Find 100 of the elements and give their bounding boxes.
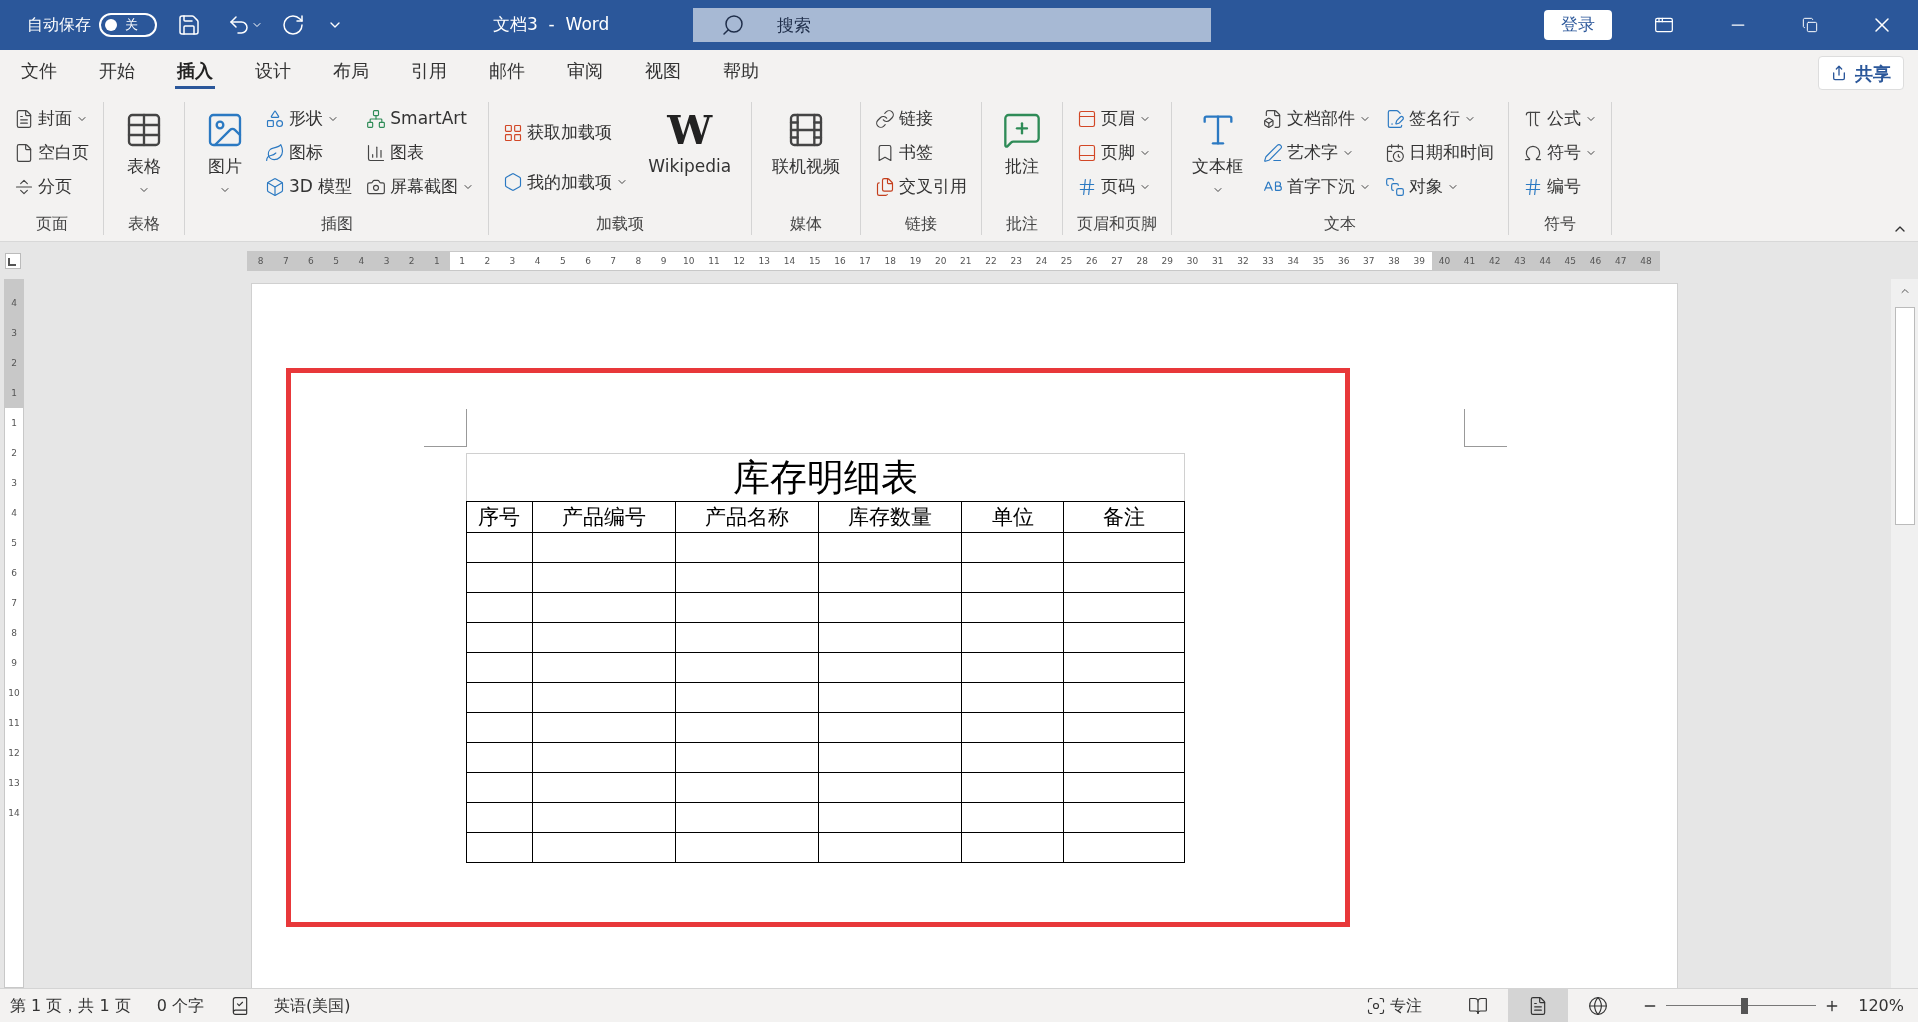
- ruler-number: 5: [558, 254, 567, 268]
- header-icon: [1077, 109, 1098, 129]
- zoom-slider-thumb[interactable]: [1741, 997, 1749, 1014]
- ribbon-button[interactable]: 获取加载项: [503, 117, 629, 148]
- column-header: 备注: [1063, 501, 1185, 533]
- column-header: 产品编号: [532, 501, 676, 533]
- search-field[interactable]: 搜索: [693, 8, 1212, 42]
- ribbon-button[interactable]: 日期和时间: [1385, 138, 1495, 168]
- column-header: 库存数量: [819, 501, 962, 533]
- ruler-number: 14: [782, 254, 797, 268]
- ruler-number: 14: [7, 807, 21, 820]
- ruler-number: 32: [1236, 254, 1250, 268]
- ribbon-display-icon[interactable]: [1654, 15, 1675, 35]
- ribbon-tab[interactable]: 设计: [234, 50, 312, 96]
- ribbon-button[interactable]: 链接: [875, 104, 968, 134]
- ribbon-button[interactable]: 页码: [1077, 172, 1152, 202]
- pen-icon: [1263, 143, 1284, 163]
- toggle-knob-icon: [105, 19, 117, 31]
- ribbon-tab[interactable]: 引用: [390, 50, 468, 96]
- ribbon-tab[interactable]: 开始: [78, 50, 156, 96]
- group-label: 链接: [904, 213, 939, 235]
- ribbon-button[interactable]: 分页: [14, 172, 89, 202]
- undo-icon[interactable]: [227, 13, 251, 37]
- link-icon: [875, 109, 896, 129]
- diagram-icon: [366, 109, 387, 129]
- ruler-number: 46: [1588, 254, 1603, 268]
- ribbon-button[interactable]: 屏幕截图: [366, 172, 475, 202]
- print-view-button[interactable]: [1508, 989, 1569, 1022]
- ribbon-button[interactable]: 书签: [875, 138, 968, 168]
- redo-icon[interactable]: [281, 13, 305, 37]
- ribbon-button[interactable]: 空白页: [14, 138, 89, 168]
- ruler-number: 2: [483, 254, 492, 268]
- restore-icon[interactable]: [1802, 17, 1819, 33]
- ribbon-tab[interactable]: 邮件: [468, 50, 546, 96]
- share-icon: [1831, 65, 1847, 81]
- ruler-number: 48: [1639, 254, 1653, 268]
- bar-chart-icon: [366, 143, 387, 163]
- zoom-slider[interactable]: [1666, 997, 1817, 1014]
- ruler-number: 25: [1059, 254, 1074, 268]
- ruler-number: 43: [1513, 254, 1527, 268]
- ruler-number: 19: [908, 254, 923, 268]
- page-count[interactable]: 第 1 页，共 1 页: [10, 993, 131, 1018]
- column-header: 产品名称: [675, 501, 819, 533]
- footer-icon: [1077, 143, 1098, 163]
- ribbon-button[interactable]: 文本框: [1186, 102, 1250, 213]
- ribbon-button[interactable]: 表格: [118, 102, 170, 213]
- ribbon-button[interactable]: W Wikipedia: [642, 102, 738, 213]
- ribbon-button[interactable]: SmartArt: [366, 104, 475, 134]
- ribbon-button[interactable]: 页脚: [1077, 138, 1152, 168]
- ribbon-button[interactable]: 图表: [366, 138, 475, 168]
- share-button[interactable]: 共享: [1818, 56, 1904, 90]
- scrollbar-thumb[interactable]: [1894, 307, 1915, 525]
- tab-selector-icon[interactable]: [5, 252, 21, 269]
- ribbon-button[interactable]: 我的加载项: [503, 167, 629, 198]
- ruler-number: 28: [1135, 254, 1149, 268]
- ribbon-button[interactable]: 图片: [199, 102, 251, 213]
- save-icon[interactable]: [177, 13, 201, 37]
- ruler-number: 1: [10, 387, 18, 400]
- ribbon-button[interactable]: 3D 模型: [265, 172, 353, 202]
- zoom-percent[interactable]: 120%: [1858, 993, 1904, 1018]
- ribbon-button[interactable]: 艺术字: [1263, 138, 1372, 168]
- ribbon-button[interactable]: 交叉引用: [875, 172, 968, 202]
- ribbon-button[interactable]: 符号: [1523, 138, 1598, 168]
- ribbon-button[interactable]: 编号: [1523, 172, 1598, 202]
- ruler-number: 45: [1563, 254, 1578, 268]
- ribbon-tab[interactable]: 文件: [0, 50, 78, 96]
- ribbon-tab[interactable]: 布局: [312, 50, 390, 96]
- focus-button[interactable]: 专注: [1366, 993, 1423, 1018]
- group-label: 页面: [34, 213, 69, 235]
- ribbon-tab[interactable]: 插入: [156, 50, 234, 96]
- ruler-number: 7: [281, 254, 290, 268]
- grid-plus-icon: [503, 122, 524, 143]
- autosave-toggle[interactable]: 关: [99, 13, 157, 37]
- leaf-icon: [265, 143, 285, 163]
- language[interactable]: 英语(美国): [273, 993, 351, 1018]
- ribbon-button[interactable]: 签名行: [1385, 104, 1495, 134]
- toggle-state: 关: [125, 16, 138, 35]
- ruler-number: 3: [508, 254, 517, 268]
- ribbon-button[interactable]: 首字下沉: [1263, 172, 1372, 202]
- globe-icon: [1588, 995, 1609, 1016]
- ruler-number: 6: [584, 254, 592, 268]
- ribbon-button[interactable]: 公式: [1523, 104, 1598, 134]
- ribbon-button[interactable]: 批注: [996, 102, 1049, 213]
- ribbon-button[interactable]: 文档部件: [1263, 104, 1372, 134]
- group-label: 插图: [319, 213, 354, 235]
- ruler-number: 4: [10, 507, 18, 520]
- ruler-number: 22: [984, 254, 998, 268]
- ribbon-button[interactable]: 图标: [265, 138, 353, 168]
- ribbon-tab[interactable]: 帮助: [702, 50, 780, 96]
- ribbon-button[interactable]: 联机视频: [766, 102, 847, 213]
- ribbon-button[interactable]: 封面: [14, 104, 89, 134]
- ribbon-button[interactable]: 页眉: [1077, 104, 1152, 134]
- ribbon-tab[interactable]: 视图: [624, 50, 702, 96]
- vertical-scrollbar[interactable]: [1891, 279, 1918, 988]
- word-count[interactable]: 0 个字: [156, 993, 204, 1018]
- ribbon-button[interactable]: 对象: [1385, 172, 1495, 202]
- login-button[interactable]: 登录: [1544, 10, 1613, 40]
- ribbon-tab[interactable]: 审阅: [546, 50, 624, 96]
- ribbon-button[interactable]: 形状: [265, 104, 353, 134]
- omega-icon: [1523, 143, 1544, 163]
